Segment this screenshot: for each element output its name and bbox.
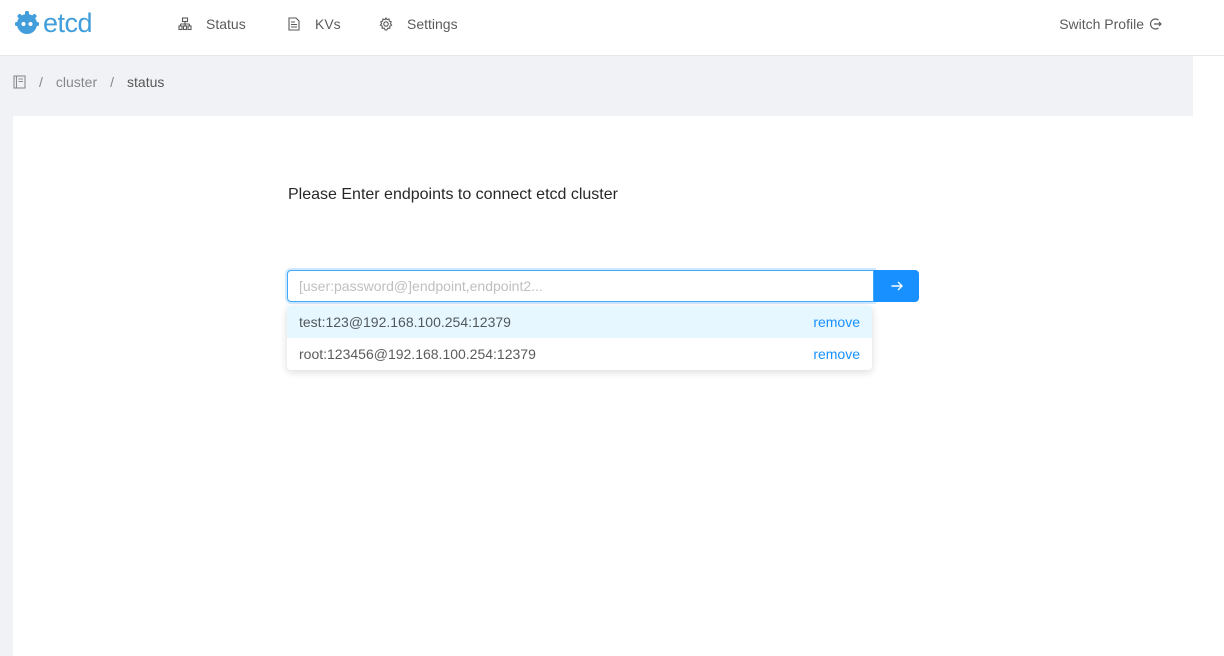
logout-icon xyxy=(1149,18,1162,30)
file-icon xyxy=(288,17,300,31)
nav-item-status[interactable]: Status xyxy=(178,0,246,48)
endpoint-search xyxy=(287,270,919,302)
switch-profile-label: Switch Profile xyxy=(1059,16,1144,32)
switch-profile-button[interactable]: Switch Profile xyxy=(1059,0,1162,48)
endpoint-input[interactable] xyxy=(287,270,874,302)
nav-item-kvs[interactable]: KVs xyxy=(287,0,341,48)
breadcrumb-separator: / xyxy=(39,74,43,90)
nav-item-kvs-label: KVs xyxy=(315,16,341,32)
connect-button[interactable] xyxy=(874,270,919,302)
book-icon[interactable] xyxy=(13,75,26,89)
breadcrumb: / cluster / status xyxy=(13,72,164,92)
page-title: Please Enter endpoints to connect etcd c… xyxy=(288,186,618,203)
suggestion-item[interactable]: root:123456@192.168.100.254:12379 remove xyxy=(287,338,872,370)
suggestion-item[interactable]: test:123@192.168.100.254:12379 remove xyxy=(287,306,872,338)
remove-link[interactable]: remove xyxy=(813,314,860,330)
nav-item-settings-label: Settings xyxy=(407,16,458,32)
gear-icon xyxy=(379,17,393,31)
nav-item-settings[interactable]: Settings xyxy=(379,0,458,48)
suggestion-endpoint: test:123@192.168.100.254:12379 xyxy=(299,314,511,330)
breadcrumb-item-status: status xyxy=(127,74,165,90)
top-header: etcd Status KVs Settings Switch Profile xyxy=(0,0,1224,56)
etcd-logo[interactable]: etcd xyxy=(13,6,93,40)
endpoint-suggestions: test:123@192.168.100.254:12379 remove ro… xyxy=(287,306,872,370)
breadcrumb-item-cluster[interactable]: cluster xyxy=(56,74,97,90)
cluster-icon xyxy=(178,17,192,31)
nav-item-status-label: Status xyxy=(206,16,246,32)
etcd-logo-icon xyxy=(15,11,39,34)
logo-text: etcd xyxy=(43,8,93,38)
remove-link[interactable]: remove xyxy=(813,346,860,362)
right-gutter xyxy=(1193,56,1224,656)
suggestion-endpoint: root:123456@192.168.100.254:12379 xyxy=(299,346,536,362)
arrow-right-icon xyxy=(891,281,903,291)
breadcrumb-separator: / xyxy=(110,74,115,90)
